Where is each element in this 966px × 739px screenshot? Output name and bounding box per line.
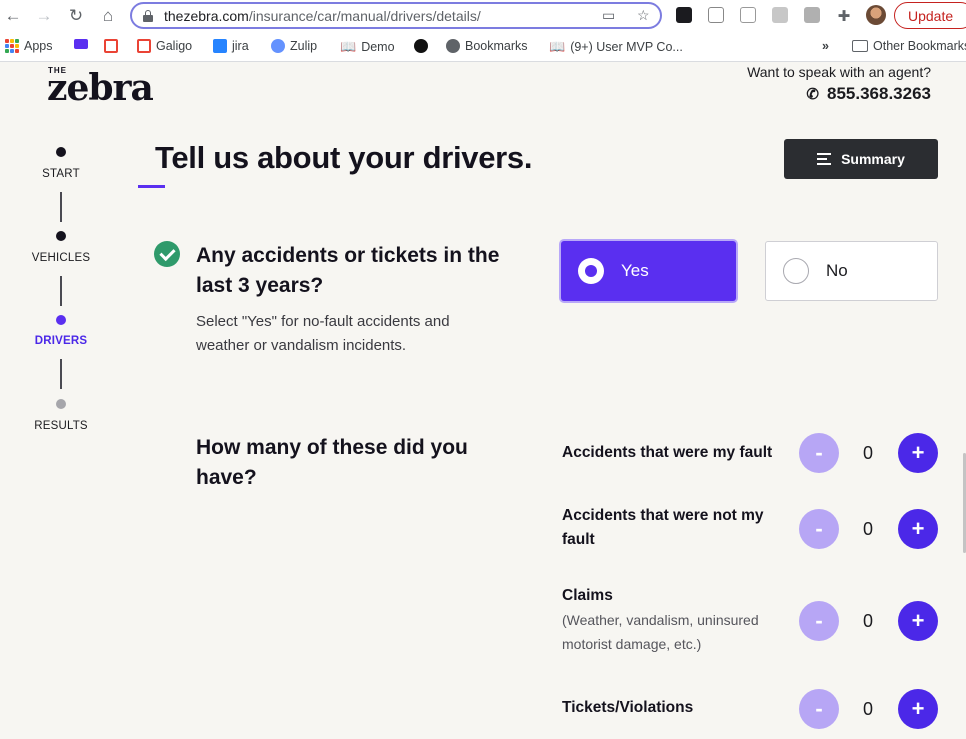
globe-icon [446, 39, 460, 53]
title-underline [138, 185, 165, 188]
home-icon[interactable]: ⌂ [98, 6, 118, 26]
extension-icon[interactable] [804, 7, 820, 23]
accidents-question: Any accidents or tickets in the last 3 y… [196, 244, 500, 297]
mail-icon [74, 39, 88, 49]
extension-icon[interactable] [708, 7, 724, 23]
increment-tickets-button[interactable]: + [898, 689, 938, 729]
no-option[interactable]: No [765, 241, 938, 301]
incident-count-question: How many of these did you have? [196, 436, 468, 489]
bookmark-jd[interactable] [414, 39, 428, 53]
step-connector [60, 192, 62, 222]
page-title: Tell us about your drivers. [155, 140, 533, 175]
decrement-tickets-button[interactable]: - [799, 689, 839, 729]
counter-label-tickets: Tickets/Violations [562, 699, 694, 716]
agent-phone-link[interactable]: ✆ 855.368.3263 [806, 84, 931, 104]
bookmark-zulip[interactable]: Zulip [271, 39, 317, 53]
radio-empty-icon [783, 258, 809, 284]
step-label-vehicles: VEHICLES [31, 252, 91, 264]
counter-label-at-fault: Accidents that were my fault [562, 444, 773, 461]
bookmark-other[interactable]: Other Bookmarks [852, 39, 966, 53]
step-dot-results [56, 399, 66, 409]
increment-not-at-fault-button[interactable]: + [898, 509, 938, 549]
book-icon: 📖 [340, 39, 357, 54]
bookmark-jira[interactable]: jira [213, 39, 249, 53]
zulip-icon [271, 39, 285, 53]
reload-icon[interactable]: ↻ [66, 6, 86, 26]
decrement-at-fault-button[interactable]: - [799, 433, 839, 473]
counter-label-not-at-fault: Accidents that were not my fault [562, 507, 764, 548]
extension-icon[interactable] [772, 7, 788, 23]
bookmark-user-mvp[interactable]: 📖 (9+) User MVP Co... [549, 39, 683, 55]
forward-arrow-icon[interactable]: → [34, 6, 54, 26]
agent-prompt: Want to speak with an agent? [747, 64, 931, 80]
address-bar[interactable]: thezebra.com/insurance/car/manual/driver… [130, 2, 662, 29]
page-content: THE zebra Want to speak with an agent? ✆… [0, 63, 966, 739]
increment-claims-button[interactable]: + [898, 601, 938, 641]
decrement-not-at-fault-button[interactable]: - [799, 509, 839, 549]
puzzle-icon[interactable]: ✚ [834, 6, 854, 26]
counter-value-at-fault: 0 [862, 443, 873, 463]
step-dot-drivers [56, 315, 66, 325]
cast-icon[interactable]: ▭ [602, 7, 615, 24]
yes-option[interactable]: Yes [561, 241, 736, 301]
jd-icon [414, 39, 428, 53]
step-connector [60, 276, 62, 306]
decrement-claims-button[interactable]: - [799, 601, 839, 641]
step-connector [60, 359, 62, 389]
back-arrow-icon[interactable]: ← [3, 6, 23, 26]
gmail-icon [137, 39, 151, 53]
counter-value-claims: 0 [862, 611, 873, 631]
browser-toolbar: ← → ↻ ⌂ thezebra.com/insurance/car/manua… [0, 0, 966, 32]
accidents-help-text: Select "Yes" for no-fault accidents and … [196, 313, 450, 354]
bookmark-apps[interactable]: Apps [5, 39, 53, 53]
menu-icon [817, 153, 832, 165]
phone-icon: ✆ [806, 86, 819, 103]
radio-selected-icon [578, 258, 604, 284]
check-circle-icon [154, 241, 180, 267]
counter-label-claims: Claims (Weather, vandalism, uninsured mo… [562, 584, 772, 656]
folder-icon [852, 40, 868, 52]
bookmark-bookmarks[interactable]: Bookmarks [446, 39, 528, 53]
summary-button[interactable]: Summary [784, 139, 938, 179]
update-button[interactable]: Update [894, 2, 966, 29]
claims-description: (Weather, vandalism, uninsured motorist … [562, 612, 759, 652]
bookmarks-overflow-button[interactable]: » [822, 39, 829, 53]
lock-icon [143, 10, 153, 22]
logo[interactable]: zebra [47, 67, 154, 109]
step-dot-vehicles [56, 231, 66, 241]
scrollbar[interactable] [962, 63, 966, 739]
step-dot-start [56, 147, 66, 157]
counter-value-tickets: 0 [862, 699, 873, 719]
bookmark-gmail[interactable] [104, 39, 118, 53]
gmail-icon [104, 39, 118, 53]
step-label-start: START [42, 168, 80, 180]
book-icon: 📖 [549, 39, 566, 54]
extension-icon[interactable] [740, 7, 756, 23]
bookmark-galigo[interactable]: Galigo [137, 39, 192, 53]
extension-icon[interactable] [676, 7, 692, 23]
step-label-drivers: DRIVERS [34, 335, 88, 347]
increment-at-fault-button[interactable]: + [898, 433, 938, 473]
url-text: thezebra.com/insurance/car/manual/driver… [164, 8, 481, 24]
step-label-results: RESULTS [34, 420, 88, 432]
counter-value-not-at-fault: 0 [862, 519, 873, 539]
apps-grid-icon [5, 39, 19, 53]
star-icon[interactable]: ☆ [637, 7, 650, 24]
jira-icon [213, 39, 227, 53]
bookmark-demo[interactable]: 📖 Demo [340, 39, 395, 55]
avatar[interactable] [866, 5, 886, 25]
bookmark-mail[interactable] [74, 39, 88, 49]
bookmarks-bar: Apps Galigo jira Zulip 📖 Demo Bookmarks … [0, 32, 966, 62]
